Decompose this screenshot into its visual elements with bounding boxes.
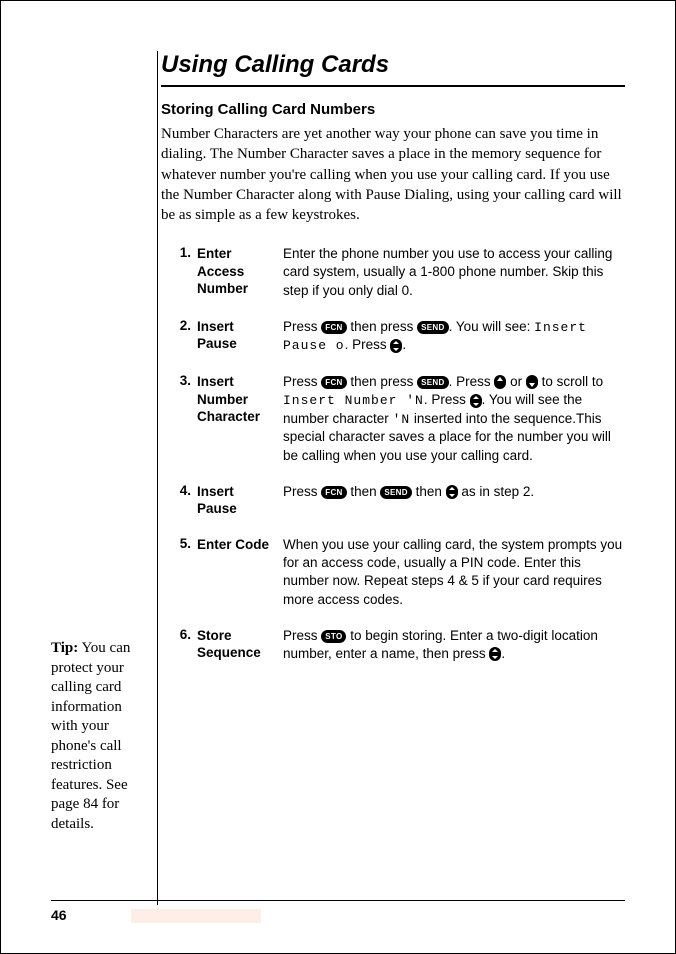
step-label: Insert Pause xyxy=(197,483,283,518)
steps-list: 1. Enter Access Number Enter the phone n… xyxy=(161,245,625,663)
text: . Press xyxy=(424,392,470,407)
step-description: Press STO to begin storing. Enter a two-… xyxy=(283,627,625,663)
step-number: 6. xyxy=(161,627,197,663)
text: . xyxy=(501,646,505,661)
step-number: 5. xyxy=(161,536,197,609)
fcn-button-icon: FCN xyxy=(321,486,346,499)
page-footer: 46 xyxy=(51,900,625,925)
step-number: 1. xyxy=(161,245,197,300)
step-1: 1. Enter Access Number Enter the phone n… xyxy=(161,245,625,300)
fcn-button-icon: FCN xyxy=(321,376,346,389)
page-number: 46 xyxy=(51,907,67,923)
step-description: Press FCN then press SEND. Press or to s… xyxy=(283,373,625,465)
step-3: 3. Insert Number Character Press FCN the… xyxy=(161,373,625,465)
fcn-button-icon: FCN xyxy=(321,321,346,334)
step-2: 2. Insert Pause Press FCN then press SEN… xyxy=(161,318,625,355)
page-title: Using Calling Cards xyxy=(161,51,625,87)
text: then xyxy=(347,484,381,499)
send-button-icon: SEND xyxy=(380,486,411,499)
scroll-icon xyxy=(446,485,458,499)
text: as in step 2. xyxy=(458,484,535,499)
text: . Press xyxy=(449,374,495,389)
scroll-icon xyxy=(489,647,501,661)
text: to scroll to xyxy=(538,374,603,389)
text: then press xyxy=(347,374,418,389)
step-label: Enter Code xyxy=(197,536,283,609)
step-number: 3. xyxy=(161,373,197,465)
step-6: 6. Store Sequence Press STO to begin sto… xyxy=(161,627,625,663)
sidebar-tip: Tip: You can protect your calling card i… xyxy=(51,639,151,834)
highlight-bar xyxy=(131,909,261,923)
step-label: Store Sequence xyxy=(197,627,283,663)
tip-label: Tip: xyxy=(51,640,78,656)
text: . You will see: xyxy=(449,319,535,334)
text: . xyxy=(402,337,406,352)
lcd-text: 'N xyxy=(393,412,411,427)
step-number: 4. xyxy=(161,483,197,518)
scroll-icon xyxy=(390,339,402,353)
text: Press xyxy=(283,319,321,334)
text: then xyxy=(412,484,446,499)
step-description: When you use your calling card, the syst… xyxy=(283,536,625,609)
step-description: Press FCN then press SEND. You will see:… xyxy=(283,318,625,355)
tip-body: You can protect your calling card inform… xyxy=(51,640,130,832)
step-4: 4. Insert Pause Press FCN then SEND then… xyxy=(161,483,625,518)
step-description: Press FCN then SEND then as in step 2. xyxy=(283,483,625,518)
step-label: Insert Pause xyxy=(197,318,283,355)
text: Press xyxy=(283,484,321,499)
text: . Press xyxy=(345,337,391,352)
vertical-rule xyxy=(157,51,158,905)
step-description: Enter the phone number you use to access… xyxy=(283,245,625,300)
step-5: 5. Enter Code When you use your calling … xyxy=(161,536,625,609)
text: Press xyxy=(283,628,321,643)
step-label: Enter Access Number xyxy=(197,245,283,300)
scroll-down-icon xyxy=(526,375,538,389)
page: Using Calling Cards Storing Calling Card… xyxy=(0,0,676,954)
send-button-icon: SEND xyxy=(417,321,448,334)
lcd-text: Insert Number 'N xyxy=(283,393,424,408)
scroll-icon xyxy=(470,394,482,408)
main-content: Using Calling Cards Storing Calling Card… xyxy=(161,51,625,663)
sto-button-icon: STO xyxy=(321,630,346,643)
section-heading: Storing Calling Card Numbers xyxy=(161,101,625,118)
step-label: Insert Number Character xyxy=(197,373,283,465)
intro-paragraph: Number Characters are yet another way yo… xyxy=(161,124,625,225)
text: then press xyxy=(347,319,418,334)
send-button-icon: SEND xyxy=(417,376,448,389)
text: or xyxy=(506,374,526,389)
text: Press xyxy=(283,374,321,389)
step-number: 2. xyxy=(161,318,197,355)
scroll-up-icon xyxy=(494,375,506,389)
